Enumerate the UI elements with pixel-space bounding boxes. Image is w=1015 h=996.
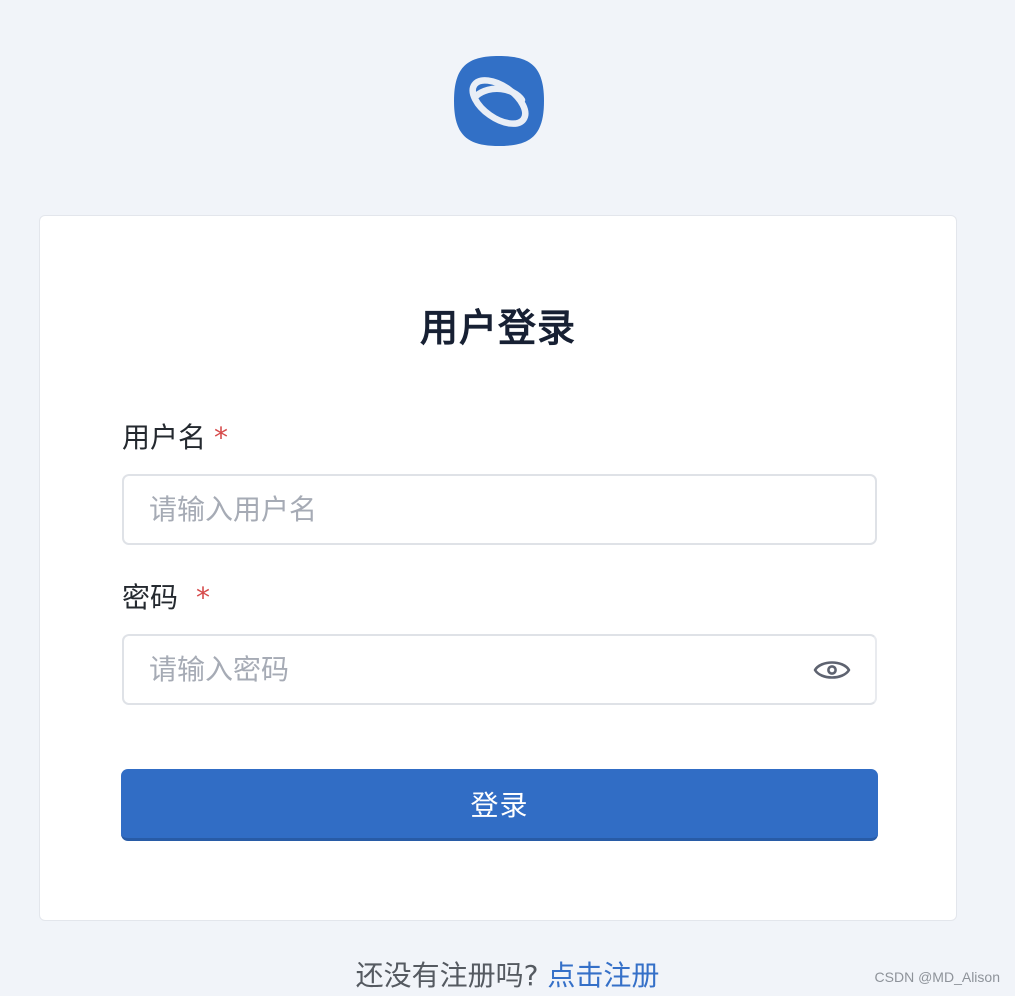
register-prompt-text: 还没有注册吗? <box>355 959 539 992</box>
eye-icon[interactable] <box>813 657 851 683</box>
username-label-text: 用户名 <box>122 421 207 454</box>
page-title: 用户登录 <box>419 306 576 350</box>
register-link[interactable]: 点击注册 <box>547 959 659 992</box>
login-button[interactable]: 登录 <box>121 769 878 841</box>
required-mark: * <box>214 421 229 454</box>
username-label: 用户名 * <box>122 420 228 456</box>
password-label: 密码 * <box>122 580 210 616</box>
username-input[interactable]: 请输入用户名 <box>122 474 877 545</box>
password-placeholder: 请输入密码 <box>149 652 290 686</box>
app-logo-icon <box>452 54 546 148</box>
login-card: 用户登录 用户名 * 请输入用户名 密码 * 请输入密码 登录 <box>39 215 957 921</box>
required-mark: * <box>196 581 211 614</box>
password-input[interactable]: 请输入密码 <box>122 634 877 705</box>
password-label-text: 密码 <box>122 581 179 614</box>
register-prompt: 还没有注册吗? 点击注册 <box>0 956 1015 996</box>
watermark: CSDN @MD_Alison <box>874 969 1000 985</box>
username-placeholder: 请输入用户名 <box>149 492 318 526</box>
